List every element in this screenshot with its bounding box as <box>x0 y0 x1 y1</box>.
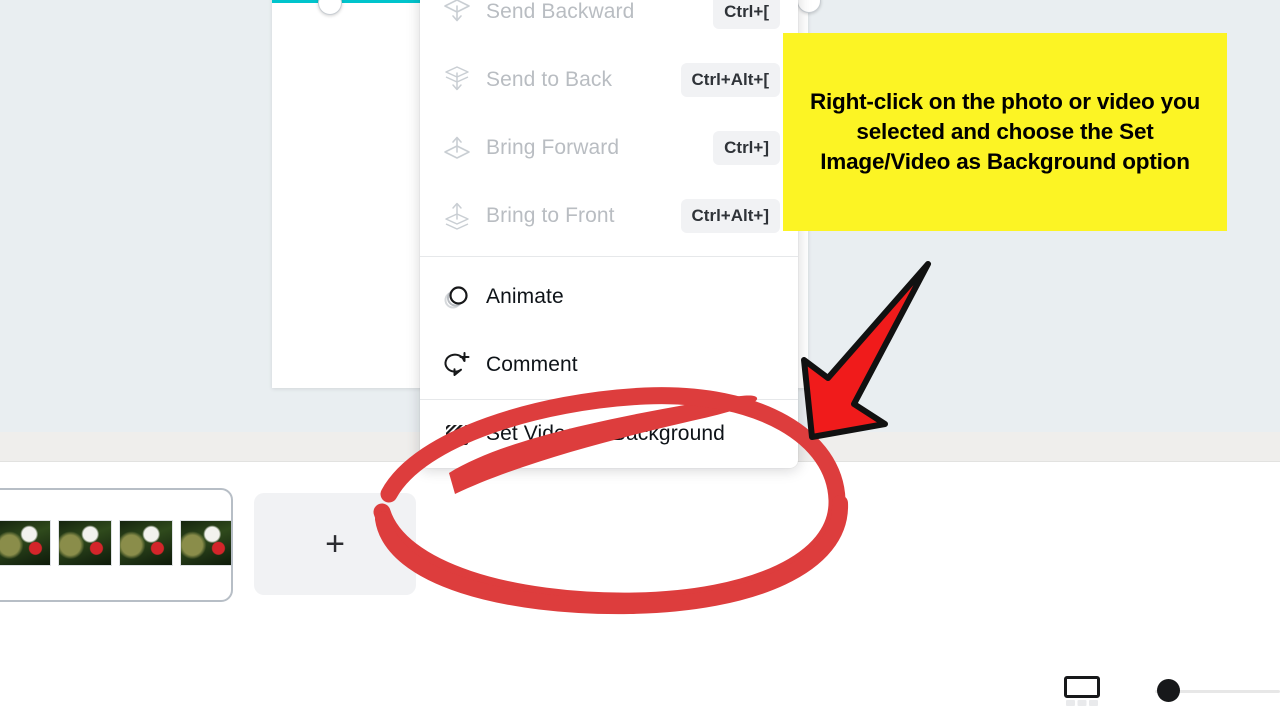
menu-item-shortcut: Ctrl+Alt+] <box>680 199 780 233</box>
menu-item-label: Set Video as Background <box>486 422 725 445</box>
menu-item-label: Animate <box>486 285 564 308</box>
plus-icon: + <box>325 525 345 563</box>
menu-item-animate[interactable]: Animate <box>420 263 798 331</box>
timeline-clip[interactable] <box>0 488 233 602</box>
clip-thumbnail <box>58 520 112 566</box>
hatch-pattern-icon <box>442 419 486 449</box>
menu-item-label: Comment <box>486 353 578 376</box>
menu-item-label: Send to Back <box>486 68 613 91</box>
comment-add-icon <box>442 350 486 380</box>
bring-to-front-icon <box>442 201 486 231</box>
menu-item-send-to-back[interactable]: Send to Back Ctrl+Alt+[ <box>420 46 798 114</box>
menu-separator <box>420 256 798 257</box>
menu-item-comment[interactable]: Comment <box>420 331 798 399</box>
page-grid-icon[interactable] <box>1064 676 1100 706</box>
timeline-clip-thumbnails <box>0 520 231 568</box>
send-to-back-icon <box>442 65 486 95</box>
instruction-callout: Right-click on the photo or video you se… <box>783 33 1227 231</box>
zoom-slider-handle[interactable] <box>1157 679 1180 702</box>
menu-item-label: Bring Forward <box>486 136 620 159</box>
context-menu[interactable]: Send Backward Ctrl+[ Send to Back Ctrl+A… <box>420 0 798 468</box>
menu-item-shortcut: Ctrl+] <box>713 131 780 165</box>
menu-item-bring-to-front[interactable]: Bring to Front Ctrl+Alt+] <box>420 182 798 250</box>
menu-item-shortcut: Ctrl+[ <box>713 0 780 29</box>
instruction-callout-text: Right-click on the photo or video you se… <box>809 89 1201 174</box>
menu-item-shortcut <box>758 358 780 372</box>
menu-item-label: Send Backward <box>486 0 635 23</box>
menu-item-bring-forward[interactable]: Bring Forward Ctrl+] <box>420 114 798 182</box>
animate-icon <box>442 282 486 312</box>
bring-forward-icon <box>442 133 486 163</box>
send-backward-icon <box>442 0 486 27</box>
clip-thumbnail <box>119 520 173 566</box>
zoom-slider[interactable] <box>1155 679 1280 702</box>
menu-item-shortcut <box>758 427 780 441</box>
clip-thumbnail <box>0 520 51 566</box>
menu-item-send-backward[interactable]: Send Backward Ctrl+[ <box>420 0 798 46</box>
menu-item-shortcut <box>758 290 780 304</box>
clip-thumbnail <box>180 520 231 566</box>
add-page-button[interactable]: + <box>254 493 416 595</box>
menu-item-set-video-as-background[interactable]: Set Video as Background <box>420 400 798 468</box>
editor-window: + Send Backward Ctrl+[Send to Back Ctrl… <box>0 0 1280 720</box>
menu-item-label: Bring to Front <box>486 204 615 227</box>
menu-item-shortcut: Ctrl+Alt+[ <box>680 63 780 97</box>
